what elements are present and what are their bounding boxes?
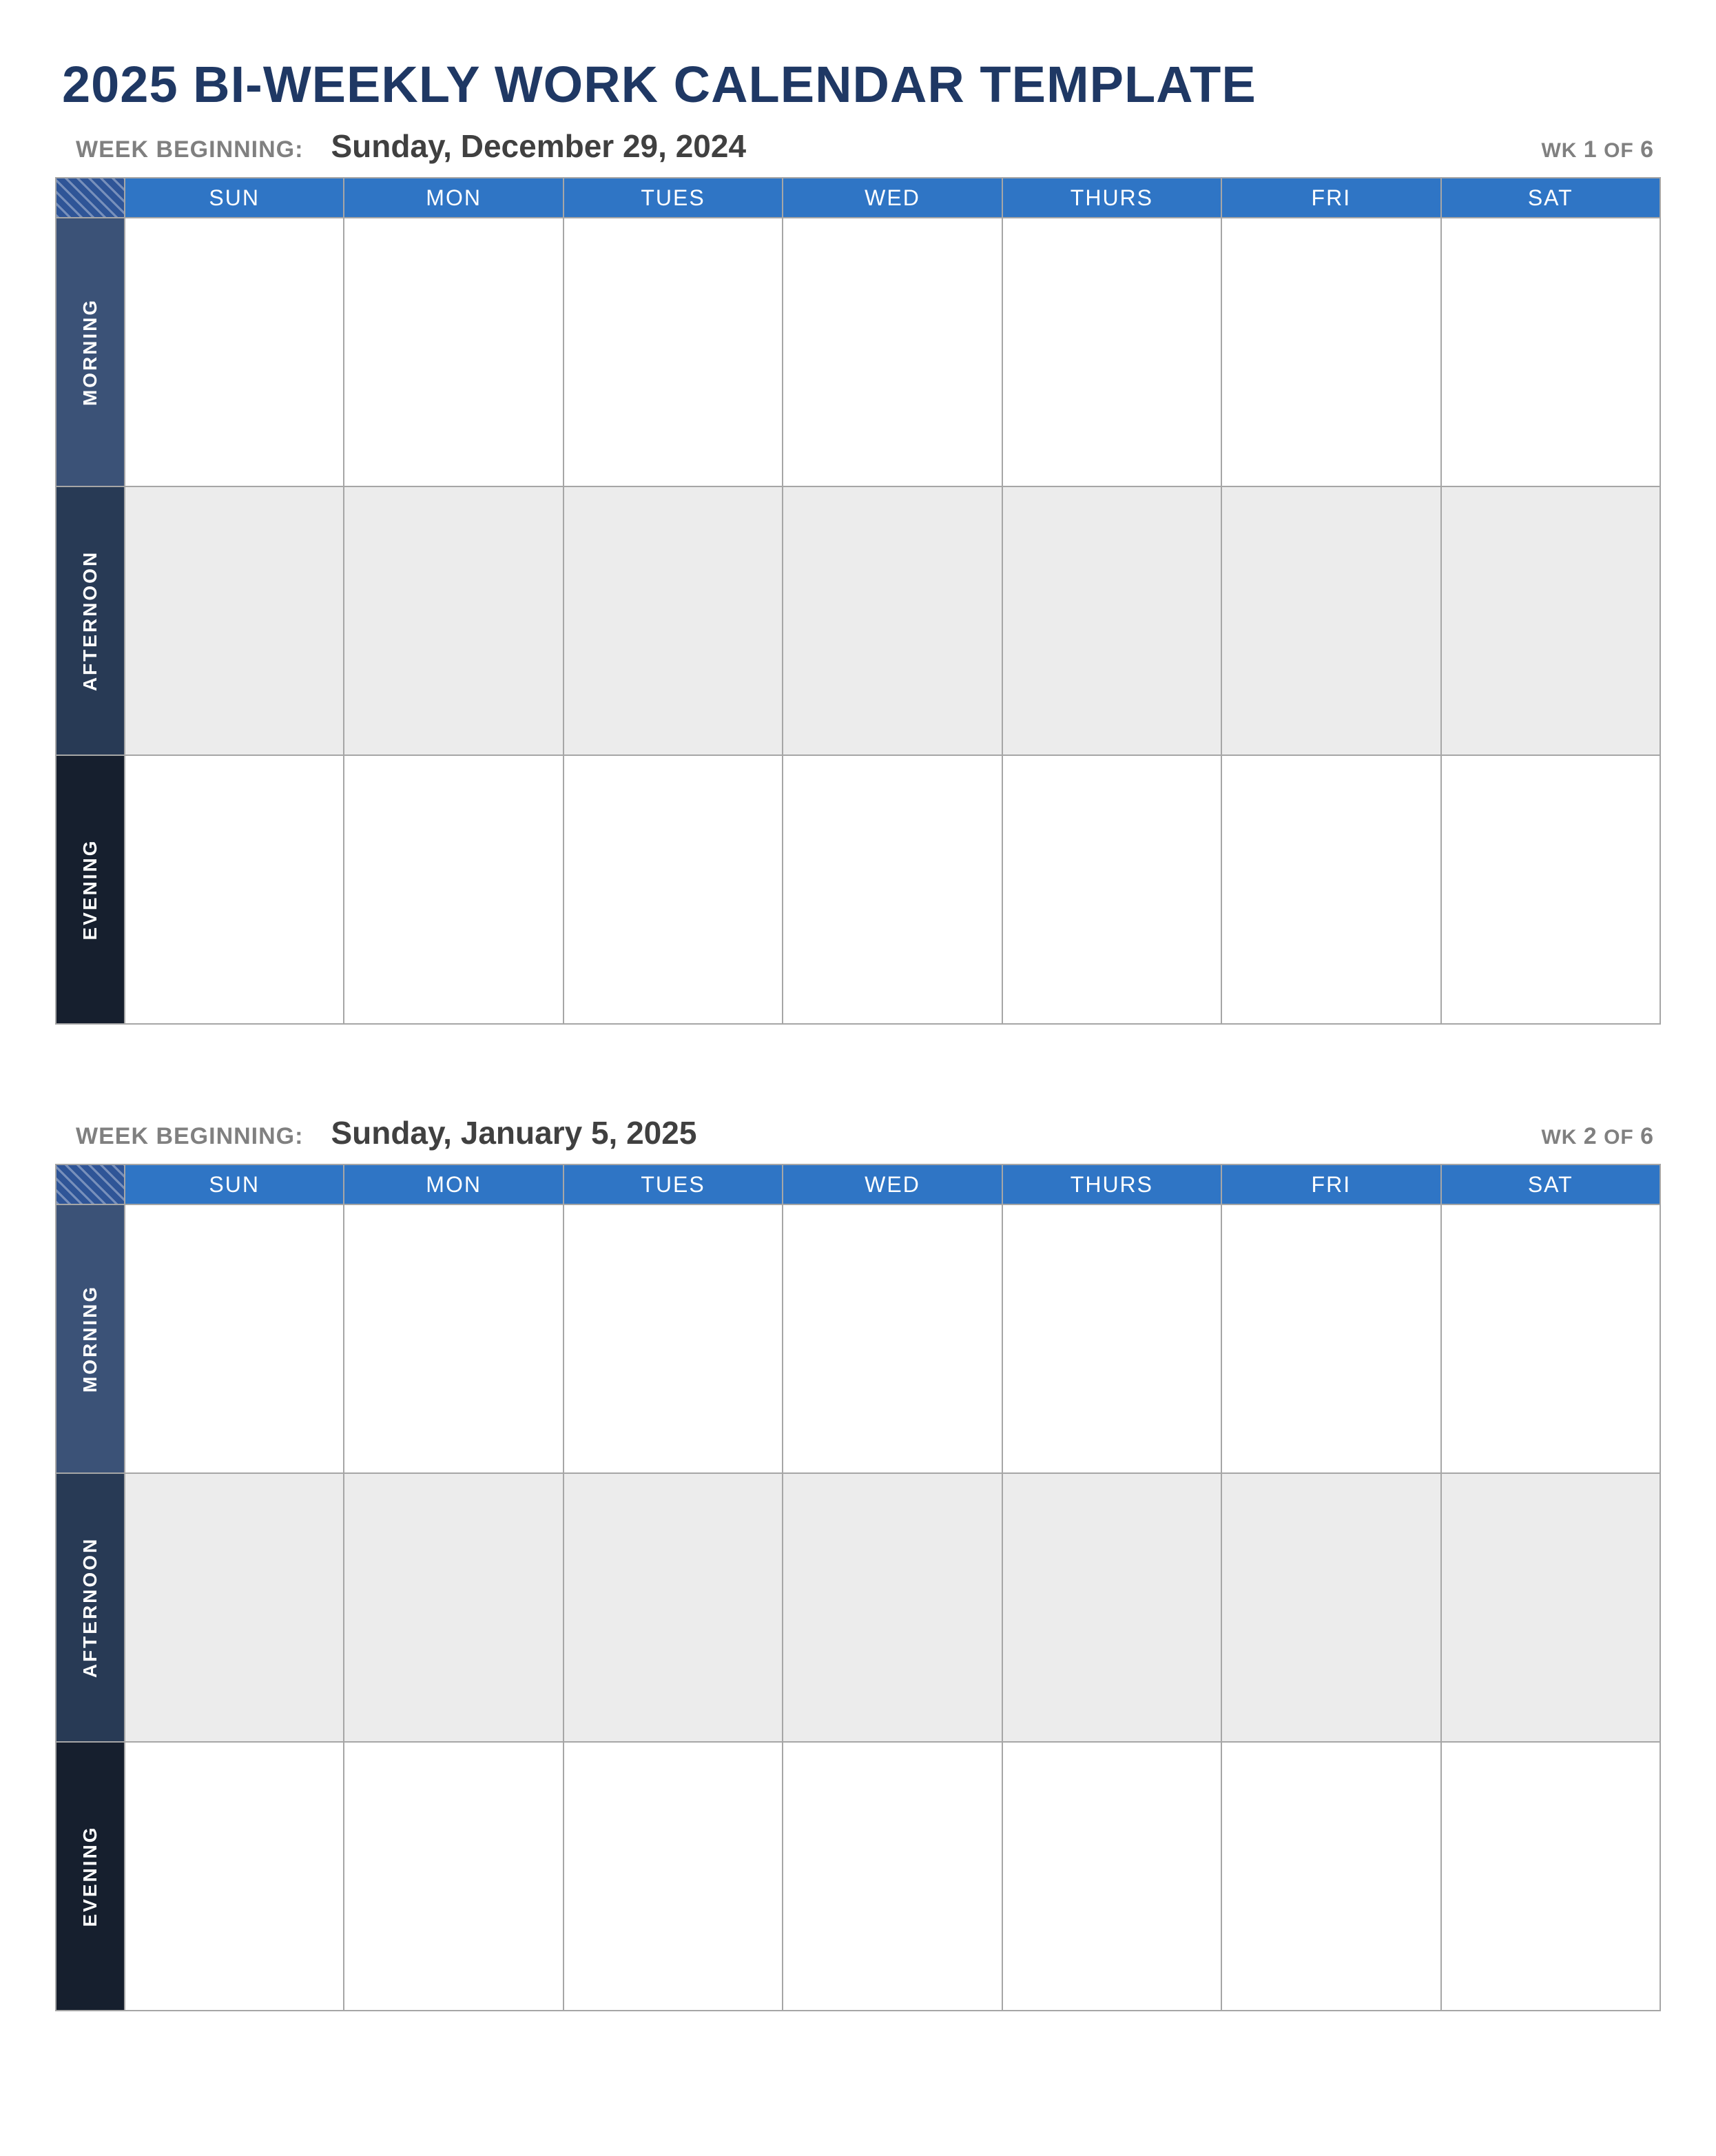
calendar-cell[interactable] <box>1441 218 1660 486</box>
calendar-cell[interactable] <box>344 486 563 755</box>
week-counter-of: OF <box>1604 1126 1634 1149</box>
calendar-cell[interactable] <box>344 1742 563 2011</box>
row-label-evening-text: EVENING <box>79 839 101 940</box>
week-counter-num: 1 <box>1584 136 1598 163</box>
page-title: 2025 BI-WEEKLY WORK CALENDAR TEMPLATE <box>55 55 1661 114</box>
week-header-left: WEEK BEGINNING: Sunday, January 5, 2025 <box>76 1114 696 1151</box>
day-header-wed: WED <box>783 178 1002 218</box>
calendar-cell[interactable] <box>1002 1742 1221 2011</box>
calendar-cell[interactable] <box>1002 218 1221 486</box>
week-header: WEEK BEGINNING: Sunday, December 29, 202… <box>55 127 1661 177</box>
week-beginning-label: WEEK BEGINNING: <box>76 136 303 163</box>
row-label-morning-text: MORNING <box>79 298 101 406</box>
calendar-cell[interactable] <box>564 1473 783 1742</box>
week-date: Sunday, January 5, 2025 <box>331 1114 696 1151</box>
calendar-cell[interactable] <box>125 755 344 1024</box>
row-label-afternoon: AFTERNOON <box>56 486 125 755</box>
calendar-cell[interactable] <box>783 1204 1002 1473</box>
calendar-cell[interactable] <box>344 218 563 486</box>
day-header-thurs: THURS <box>1002 1164 1221 1204</box>
calendar-cell[interactable] <box>344 1473 563 1742</box>
calendar-cell[interactable] <box>564 486 783 755</box>
calendar-cell[interactable] <box>1441 1742 1660 2011</box>
calendar-cell[interactable] <box>125 1473 344 1742</box>
week-counter-total: 6 <box>1640 136 1654 163</box>
calendar-cell[interactable] <box>783 218 1002 486</box>
week-counter-prefix: WK <box>1541 1126 1577 1149</box>
week-date: Sunday, December 29, 2024 <box>331 127 746 165</box>
row-label-evening: EVENING <box>56 1742 125 2011</box>
week-counter: WK 2 OF 6 <box>1541 1123 1654 1150</box>
day-header-tues: TUES <box>564 178 783 218</box>
corner-cell <box>56 178 125 218</box>
week-counter: WK 1 OF 6 <box>1541 136 1654 163</box>
corner-cell <box>56 1164 125 1204</box>
row-label-evening-text: EVENING <box>79 1825 101 1927</box>
calendar-cell[interactable] <box>1221 755 1440 1024</box>
calendar-cell[interactable] <box>1002 486 1221 755</box>
week-header-left: WEEK BEGINNING: Sunday, December 29, 202… <box>76 127 746 165</box>
week-counter-of: OF <box>1604 139 1634 162</box>
day-header-fri: FRI <box>1221 178 1440 218</box>
week-block-2: WEEK BEGINNING: Sunday, January 5, 2025 … <box>55 1114 1661 2011</box>
day-header-fri: FRI <box>1221 1164 1440 1204</box>
row-label-afternoon-text: AFTERNOON <box>79 551 101 691</box>
calendar-cell[interactable] <box>564 1204 783 1473</box>
row-label-morning-text: MORNING <box>79 1285 101 1393</box>
calendar-cell[interactable] <box>1221 218 1440 486</box>
calendar-cell[interactable] <box>1002 1204 1221 1473</box>
calendar-cell[interactable] <box>564 1742 783 2011</box>
calendar-cell[interactable] <box>783 486 1002 755</box>
week-counter-total: 6 <box>1640 1123 1654 1149</box>
calendar-cell[interactable] <box>1221 486 1440 755</box>
calendar-cell[interactable] <box>564 218 783 486</box>
page: 2025 BI-WEEKLY WORK CALENDAR TEMPLATE WE… <box>0 0 1716 2156</box>
calendar-cell[interactable] <box>1441 755 1660 1024</box>
day-header-tues: TUES <box>564 1164 783 1204</box>
week-counter-prefix: WK <box>1541 139 1577 162</box>
day-header-sat: SAT <box>1441 1164 1660 1204</box>
calendar-cell[interactable] <box>1441 1473 1660 1742</box>
calendar-cell[interactable] <box>1221 1204 1440 1473</box>
calendar-cell[interactable] <box>344 755 563 1024</box>
calendar-cell[interactable] <box>783 1473 1002 1742</box>
calendar-cell[interactable] <box>344 1204 563 1473</box>
calendar-table: SUN MON TUES WED THURS FRI SAT MORNING <box>55 1164 1661 2011</box>
calendar-cell[interactable] <box>125 1742 344 2011</box>
calendar-cell[interactable] <box>1002 1473 1221 1742</box>
calendar-table: SUN MON TUES WED THURS FRI SAT MORNING <box>55 177 1661 1025</box>
calendar-cell[interactable] <box>125 1204 344 1473</box>
calendar-cell[interactable] <box>564 755 783 1024</box>
day-header-mon: MON <box>344 178 563 218</box>
day-header-sun: SUN <box>125 1164 344 1204</box>
day-header-mon: MON <box>344 1164 563 1204</box>
calendar-cell[interactable] <box>1441 486 1660 755</box>
row-label-afternoon-text: AFTERNOON <box>79 1537 101 1678</box>
row-label-evening: EVENING <box>56 755 125 1024</box>
calendar-cell[interactable] <box>1002 755 1221 1024</box>
day-header-thurs: THURS <box>1002 178 1221 218</box>
row-label-afternoon: AFTERNOON <box>56 1473 125 1742</box>
week-beginning-label: WEEK BEGINNING: <box>76 1123 303 1150</box>
calendar-cell[interactable] <box>1221 1473 1440 1742</box>
calendar-cell[interactable] <box>1441 1204 1660 1473</box>
calendar-cell[interactable] <box>783 1742 1002 2011</box>
calendar-cell[interactable] <box>125 218 344 486</box>
day-header-wed: WED <box>783 1164 1002 1204</box>
row-label-morning: MORNING <box>56 218 125 486</box>
row-label-morning: MORNING <box>56 1204 125 1473</box>
week-header: WEEK BEGINNING: Sunday, January 5, 2025 … <box>55 1114 1661 1164</box>
calendar-cell[interactable] <box>1221 1742 1440 2011</box>
week-counter-num: 2 <box>1584 1123 1598 1149</box>
week-block-1: WEEK BEGINNING: Sunday, December 29, 202… <box>55 127 1661 1025</box>
day-header-sun: SUN <box>125 178 344 218</box>
calendar-cell[interactable] <box>783 755 1002 1024</box>
calendar-cell[interactable] <box>125 486 344 755</box>
day-header-sat: SAT <box>1441 178 1660 218</box>
